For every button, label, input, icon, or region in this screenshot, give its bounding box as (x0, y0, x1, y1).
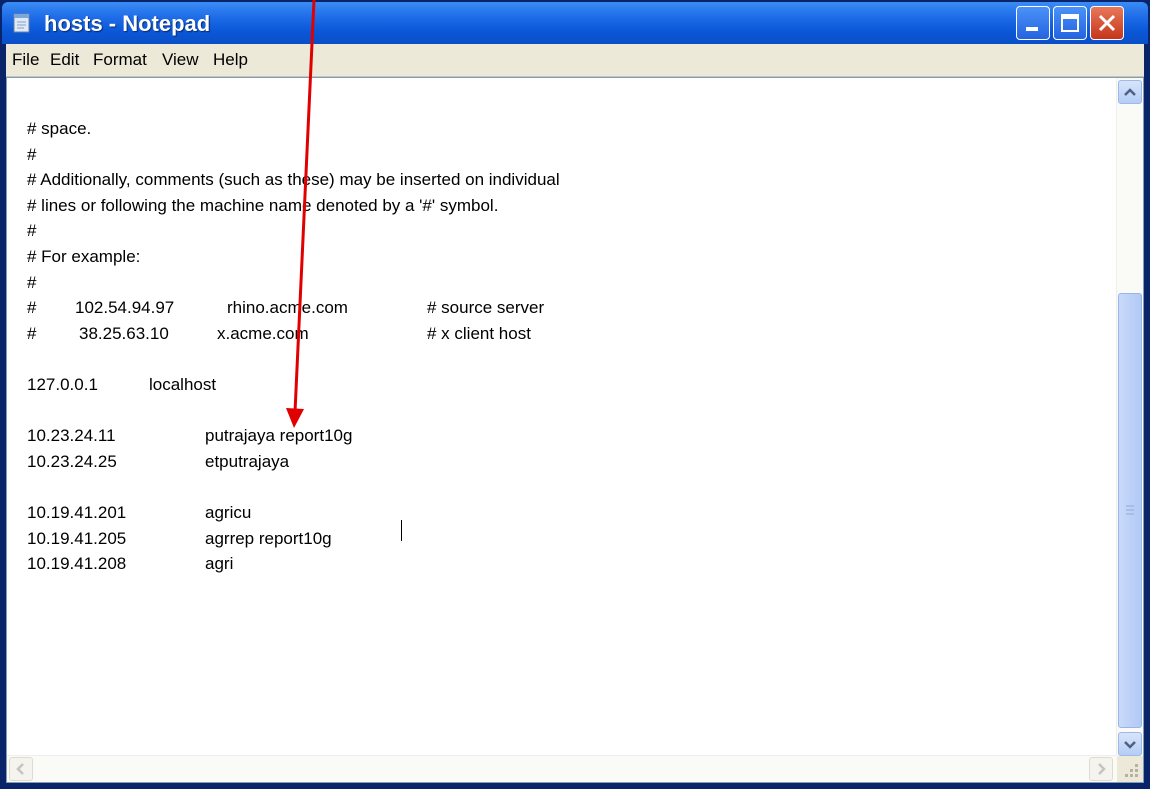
notepad-window: hosts - Notepad File Edit Format View He… (0, 0, 1150, 789)
annotation-arrow (286, 0, 316, 428)
